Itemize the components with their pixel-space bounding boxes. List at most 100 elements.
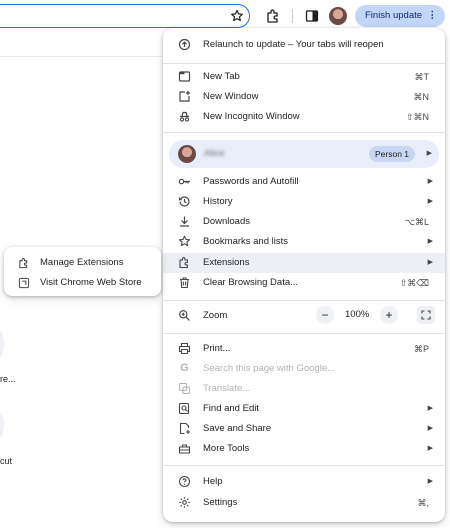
new-tab-shortcut: ⌘T: [414, 72, 430, 82]
submenu-arrow-icon: ▶: [427, 259, 433, 266]
help-icon: [178, 475, 191, 488]
bookmarks-label: Bookmarks and lists: [203, 236, 289, 247]
menu-separator: [163, 132, 445, 133]
profile-row-avatar: [178, 145, 196, 163]
profile-row[interactable]: Alice Person 1 ▶: [169, 140, 439, 168]
clear-data-menu-item[interactable]: Clear Browsing Data... ⇧⌘⌫: [163, 273, 445, 293]
shortcut-tile-icon[interactable]: [0, 410, 4, 440]
new-window-label: New Window: [203, 91, 259, 102]
zoom-value: 100%: [345, 309, 370, 320]
menu-separator: [163, 465, 445, 466]
passwords-menu-item[interactable]: Passwords and Autofill ▶: [163, 172, 445, 192]
clear-data-shortcut: ⇧⌘⌫: [399, 278, 429, 288]
new-incognito-menu-item[interactable]: New Incognito Window ⇧⌘N: [163, 107, 445, 127]
find-edit-label: Find and Edit: [203, 403, 259, 414]
profile-name: Alice: [204, 148, 225, 159]
save-share-menu-item[interactable]: Save and Share ▶: [163, 419, 445, 439]
downloads-shortcut: ⌥⌘L: [404, 217, 429, 227]
chrome-main-menu: Relaunch to update – Your tabs will reop…: [163, 28, 445, 522]
zoom-label: Zoom: [203, 310, 228, 321]
more-tools-label: More Tools: [203, 443, 250, 454]
extensions-submenu: Manage Extensions Visit Chrome Web Store: [4, 247, 161, 296]
settings-shortcut: ⌘,: [417, 498, 429, 508]
google-g-icon: G: [180, 362, 189, 374]
puzzle-icon: [19, 257, 28, 269]
print-menu-item[interactable]: Print... ⌘P: [163, 339, 445, 359]
relaunch-icon: [178, 38, 191, 51]
incognito-icon: [179, 111, 190, 122]
web-store-label: Visit Chrome Web Store: [40, 277, 142, 288]
print-shortcut: ⌘P: [413, 344, 429, 354]
zoom-in-button[interactable]: +: [380, 306, 398, 324]
find-edit-icon: [178, 402, 190, 415]
new-window-menu-item[interactable]: New Window ⌘N: [163, 87, 445, 107]
translate-menu-item: Translate...: [163, 379, 445, 399]
menu-separator: [163, 333, 445, 334]
find-edit-menu-item[interactable]: Find and Edit ▶: [163, 399, 445, 419]
search-page-menu-item: G Search this page with Google...: [163, 359, 445, 379]
translate-icon: [178, 382, 191, 395]
zoom-icon: [179, 310, 190, 321]
toolbox-icon: [178, 444, 191, 454]
new-window-icon: [179, 91, 190, 102]
gear-icon: [179, 497, 190, 508]
puzzle-icon: [179, 257, 188, 269]
star-icon: [178, 235, 191, 247]
submenu-arrow-icon: ▶: [426, 150, 432, 157]
relaunch-label: Relaunch to update – Your tabs will reop…: [203, 39, 384, 50]
search-page-label: Search this page with Google...: [203, 363, 336, 374]
new-tab-label: New Tab: [203, 71, 240, 82]
new-window-shortcut: ⌘N: [413, 92, 430, 102]
bookmarks-menu-item[interactable]: Bookmarks and lists ▶: [163, 232, 445, 252]
relaunch-menu-item[interactable]: Relaunch to update – Your tabs will reop…: [163, 35, 445, 55]
shortcut-tile-icon[interactable]: [0, 328, 4, 360]
print-label: Print...: [203, 343, 231, 354]
side-panel-icon[interactable]: [304, 8, 320, 24]
menu-separator: [163, 300, 445, 301]
submenu-arrow-icon: ▶: [427, 198, 433, 205]
help-menu-item[interactable]: Help ▶: [163, 472, 445, 492]
submenu-arrow-icon: ▶: [427, 405, 433, 412]
zoom-menu-item: Zoom − 100% +: [163, 306, 445, 326]
address-bar[interactable]: [0, 4, 250, 28]
finish-update-button[interactable]: Finish update ⋮: [355, 5, 445, 27]
extensions-label: Extensions: [203, 257, 250, 268]
bookmark-star-icon[interactable]: [230, 9, 244, 23]
zoom-out-button[interactable]: −: [316, 306, 334, 324]
fullscreen-icon: [421, 310, 431, 320]
menu-separator: [163, 63, 445, 64]
settings-label: Settings: [203, 497, 238, 508]
new-incognito-label: New Incognito Window: [203, 111, 300, 122]
profile-badge: Person 1: [369, 146, 416, 162]
more-vert-icon[interactable]: ⋮: [428, 5, 438, 27]
help-label: Help: [203, 476, 223, 487]
manage-extensions-item[interactable]: Manage Extensions: [4, 253, 161, 273]
page-divider: [0, 56, 162, 57]
submenu-arrow-icon: ▶: [427, 445, 433, 452]
history-menu-item[interactable]: History ▶: [163, 192, 445, 212]
trash-icon: [180, 277, 189, 289]
downloads-menu-item[interactable]: Downloads ⌥⌘L: [163, 212, 445, 232]
shortcut-label: re...: [0, 374, 16, 384]
extensions-menu-item[interactable]: Extensions ▶: [163, 253, 445, 273]
new-tab-icon: [178, 71, 191, 82]
web-store-icon: [18, 277, 30, 289]
more-tools-menu-item[interactable]: More Tools ▶: [163, 439, 445, 459]
shortcut-label: cut: [0, 456, 13, 466]
download-icon: [180, 216, 189, 227]
new-tab-menu-item[interactable]: New Tab ⌘T: [163, 67, 445, 87]
profile-avatar[interactable]: [329, 7, 347, 25]
settings-menu-item[interactable]: Settings ⌘,: [163, 493, 445, 513]
extensions-puzzle-icon[interactable]: [265, 8, 281, 24]
toolbar-divider: [292, 9, 293, 23]
submenu-arrow-icon: ▶: [427, 178, 433, 185]
web-store-item[interactable]: Visit Chrome Web Store: [4, 273, 161, 293]
history-icon: [178, 196, 190, 207]
passwords-label: Passwords and Autofill: [203, 176, 299, 187]
fullscreen-button[interactable]: [417, 306, 435, 324]
print-icon: [178, 342, 191, 355]
key-icon: [178, 178, 190, 185]
submenu-arrow-icon: ▶: [427, 238, 433, 245]
save-share-label: Save and Share: [203, 423, 272, 434]
submenu-arrow-icon: ▶: [427, 425, 433, 432]
